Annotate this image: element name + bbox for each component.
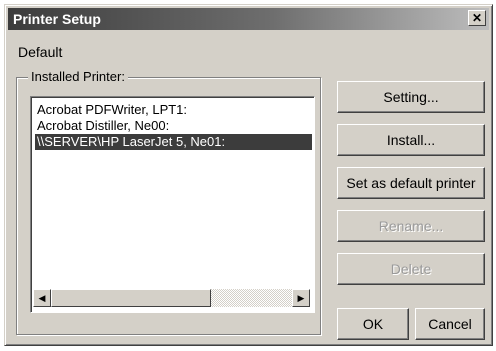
arrow-left-icon: ◀ [38, 293, 46, 303]
window-title: Printer Setup [13, 11, 101, 27]
printer-list-item[interactable]: Acrobat Distiller, Ne00: [35, 118, 171, 134]
scroll-right-button[interactable]: ▶ [292, 289, 310, 307]
printer-list-item[interactable]: Acrobat PDFWriter, LPT1: [35, 102, 189, 118]
cancel-button[interactable]: Cancel [415, 308, 485, 340]
scroll-left-button[interactable]: ◀ [33, 289, 51, 307]
rename-button[interactable]: Rename... [337, 210, 485, 242]
install-button[interactable]: Install... [337, 124, 485, 156]
printer-list-item-selected[interactable]: \\SERVER\HP LaserJet 5, Ne01: [35, 134, 312, 150]
title-bar[interactable]: Printer Setup ✕ [8, 8, 489, 30]
scroll-thumb[interactable] [51, 289, 211, 307]
setting-button[interactable]: Setting... [337, 81, 485, 113]
horizontal-scrollbar[interactable]: ◀ ▶ [33, 289, 310, 307]
default-label: Default [18, 44, 63, 60]
close-button[interactable]: ✕ [468, 10, 486, 26]
set-default-printer-button[interactable]: Set as default printer [337, 167, 485, 199]
arrow-right-icon: ▶ [297, 293, 305, 303]
delete-button[interactable]: Delete [337, 253, 485, 285]
close-icon: ✕ [471, 11, 483, 25]
installed-printer-legend: Installed Printer: [28, 69, 128, 84]
printer-listbox[interactable]: Acrobat PDFWriter, LPT1: Acrobat Distill… [30, 96, 315, 313]
ok-button[interactable]: OK [337, 308, 409, 340]
